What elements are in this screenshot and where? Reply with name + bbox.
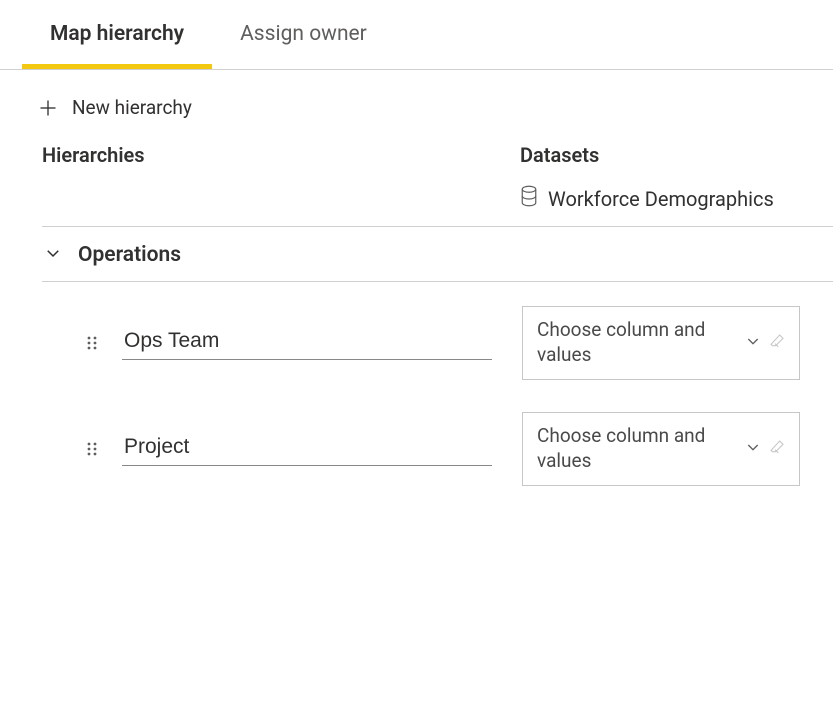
tab-map-hierarchy[interactable]: Map hierarchy [22, 0, 212, 69]
plus-icon [38, 98, 58, 118]
dropdown-placeholder: Choose column and values [537, 424, 745, 473]
hierarchies-column-title: Hierarchies [42, 143, 145, 167]
dataset-name: Workforce Demographics [548, 187, 774, 211]
drag-handle-icon[interactable] [84, 442, 100, 456]
tab-label: Map hierarchy [50, 22, 184, 46]
columns-header: Hierarchies Datasets [0, 143, 833, 167]
hierarchy-header[interactable]: Operations [44, 243, 833, 267]
dataset-item[interactable]: Workforce Demographics [520, 185, 833, 212]
drag-handle-icon[interactable] [84, 336, 100, 350]
hierarchy-name: Operations [78, 243, 181, 267]
chevron-down-icon [745, 437, 761, 462]
hierarchy-level-name-input[interactable] [122, 433, 492, 466]
tab-bar: Map hierarchy Assign owner [0, 0, 833, 70]
dropdown-placeholder: Choose column and values [537, 318, 745, 367]
hierarchy-level-name-input[interactable] [122, 327, 492, 360]
new-hierarchy-label: New hierarchy [72, 96, 192, 119]
divider [42, 281, 833, 282]
database-icon [520, 185, 538, 212]
tab-assign-owner[interactable]: Assign owner [212, 0, 395, 69]
hierarchy-level-row: Choose column and values [84, 412, 833, 486]
hierarchy-level-row: Choose column and values [84, 306, 833, 380]
column-values-dropdown[interactable]: Choose column and values [522, 412, 800, 486]
column-values-dropdown[interactable]: Choose column and values [522, 306, 800, 380]
tab-label: Assign owner [240, 22, 367, 46]
chevron-down-icon [44, 244, 62, 266]
divider [42, 226, 833, 227]
new-hierarchy-button[interactable]: New hierarchy [38, 96, 833, 119]
eraser-icon[interactable] [769, 331, 785, 356]
eraser-icon[interactable] [769, 437, 785, 462]
datasets-column-title: Datasets [520, 143, 599, 167]
chevron-down-icon [745, 331, 761, 356]
